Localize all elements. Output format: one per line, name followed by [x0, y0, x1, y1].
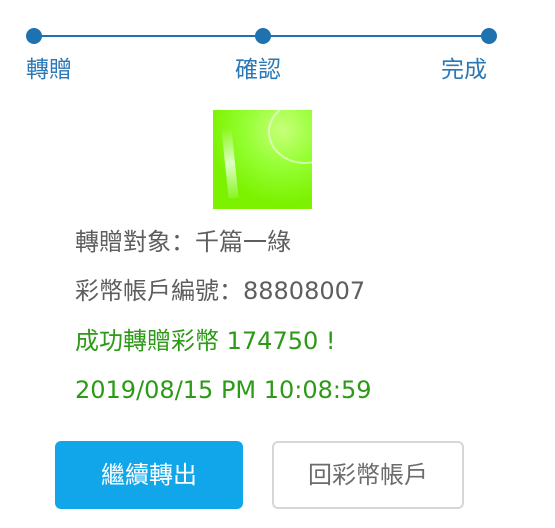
transfer-target-label: 轉贈對象：	[75, 228, 195, 256]
back-to-account-button[interactable]: 回彩幣帳戶	[272, 441, 464, 509]
success-suffix: !	[325, 327, 336, 355]
step-dot-complete	[481, 28, 497, 44]
step-label-confirm: 確認	[235, 57, 281, 83]
recipient-avatar	[213, 110, 312, 209]
continue-transfer-button[interactable]: 繼續轉出	[55, 441, 243, 509]
transfer-datetime: 2019/08/15 PM 10:08:59	[75, 376, 372, 404]
step-dot-confirm	[255, 28, 271, 44]
transfer-stepper: 轉贈 確認 完成	[0, 0, 555, 100]
account-number-value: 88808007	[243, 277, 366, 305]
transfer-target-line: 轉贈對象：千篇一綠	[75, 225, 291, 259]
step-label-transfer: 轉贈	[26, 57, 72, 83]
success-message: 成功轉贈彩幣 174750 !	[75, 324, 336, 358]
account-number-label: 彩幣帳戶編號：	[75, 277, 243, 305]
success-prefix: 成功轉贈彩幣	[75, 327, 219, 355]
step-label-complete: 完成	[441, 57, 487, 83]
account-number-line: 彩幣帳戶編號：88808007	[75, 274, 365, 308]
step-dot-transfer	[26, 28, 42, 44]
transfer-target-value: 千篇一綠	[195, 228, 291, 256]
success-amount: 174750	[226, 327, 319, 355]
